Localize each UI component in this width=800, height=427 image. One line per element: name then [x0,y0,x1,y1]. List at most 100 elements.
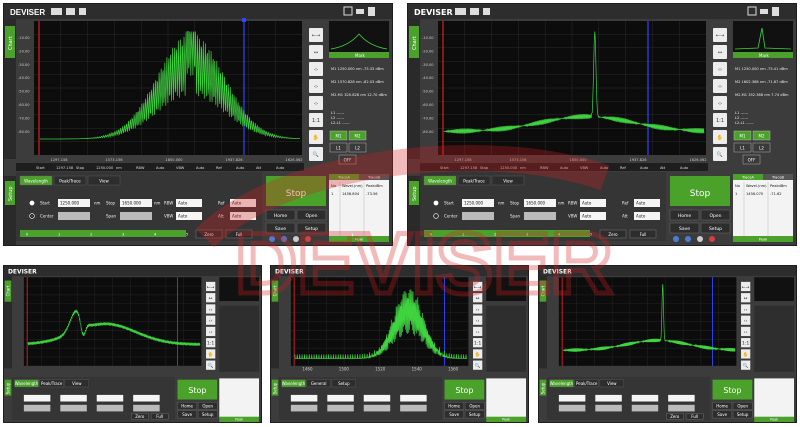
zero-button-label: Zero [670,414,680,419]
quick-action-icon[interactable] [709,236,715,242]
param-input[interactable] [133,394,160,402]
trace-tab-label: TraceB [771,176,785,180]
info-icon[interactable] [79,8,86,15]
param-input[interactable] [595,394,622,402]
camera-icon[interactable] [470,8,479,15]
menu-icon[interactable] [51,8,62,15]
y-tick-label: -60.00 [18,103,30,107]
camera-icon[interactable] [66,8,75,15]
tool-rail-icon: ↔ [718,50,722,56]
setup-tab-label: Wavelength [428,179,452,184]
title-bar [271,266,528,276]
start-label: Start [444,201,454,206]
param-input[interactable] [23,394,51,402]
tool-rail-icon: ←→ [742,285,750,290]
file-button-label: Save [679,226,690,232]
param-input[interactable] [327,404,354,412]
param-input[interactable] [631,404,659,412]
y-tick-label: -50.00 [422,90,434,94]
trace-tab-label: TraceA [741,176,755,180]
quick-action-icon[interactable] [697,236,703,242]
status-value: VBW [580,166,589,170]
panel-2-canvas: DEVISER Chart Setup -10.00 -20.00 -30.00 -4… [408,4,796,245]
param-input[interactable] [668,394,695,402]
param-input[interactable] [558,394,586,402]
status-value: Start [36,166,45,170]
quick-action-icon[interactable] [305,236,311,242]
small-panel-content: DEVISERChartSetup←→↔‹›‹›‹›1:1✋🔍Wavelengt… [539,266,796,422]
slider-label: 3 [526,233,528,237]
param-input[interactable] [23,404,51,412]
table-header: No [331,184,336,188]
start-radio[interactable] [29,200,35,206]
status-value: nm [520,166,526,170]
param-input[interactable] [363,394,391,402]
param-input[interactable] [400,404,427,412]
param-input[interactable] [60,404,87,412]
param-input[interactable] [400,394,427,402]
tool-rail-icon: ‹› [314,84,318,90]
marker-buttons: M1 M2 L1 L2 OFF [329,130,367,165]
save-icon[interactable] [368,7,375,16]
quick-action-icon[interactable] [673,236,679,242]
menu-icon[interactable] [455,8,466,15]
param-input[interactable] [96,404,124,412]
tool-rail-icon: ‹› [209,308,213,313]
marker-readout: M1 1250.000 nm -75.41 dBm [735,67,788,71]
param-input[interactable] [668,404,695,412]
tool-rail-icon: ↔ [314,50,318,56]
marker-panel [754,305,795,372]
slider-label: 5 [590,233,592,237]
nav-setup-label: Setup [272,382,277,394]
param-input[interactable] [595,404,622,412]
param-input[interactable] [363,404,391,412]
param-input[interactable] [133,404,160,412]
param-input[interactable] [631,394,659,402]
span-input[interactable] [524,212,556,220]
resolution-slider[interactable] [20,230,186,237]
peak-table [486,378,527,419]
param-input[interactable] [327,394,354,402]
quick-action-icon[interactable] [685,236,691,242]
y-tick-label: -80.00 [18,130,30,134]
mini-thumb [486,277,527,302]
screenshot-panel-1: DEVISER Chart Setup -10.00 -20.00 -30.00 -4… [3,3,393,246]
x-tick-label: 1297.158 [454,158,472,162]
param-input[interactable] [96,394,124,402]
small-panel-content: DEVISERChartSetup←→↔‹›‹›‹›1:1✋🔍Wavelengt… [4,266,261,422]
usb-icon [760,9,768,14]
tool-rail-icon: ‹› [744,319,748,324]
center-input[interactable] [58,212,90,220]
span-input[interactable] [120,212,152,220]
trace-tab-label: TraceB [367,176,381,180]
peak-footer-label: Peak [759,238,768,242]
param-input[interactable] [290,404,318,412]
status-value: Auto [276,166,284,170]
y-tick-label: -40.00 [422,76,434,80]
start-radio[interactable] [433,200,439,206]
app-logo: DEVISER [543,268,572,275]
quick-action-icon[interactable] [269,236,275,242]
quick-action-icon[interactable] [281,236,287,242]
info-icon[interactable] [483,8,490,15]
full-button-label: Full [640,232,647,237]
span-label: Span [510,214,521,219]
param-input[interactable] [558,404,586,412]
quick-action-icon[interactable] [293,236,299,242]
param-select-value: Auto [178,201,188,206]
tool-rail: ←→ ↔ ‹› ‹› ‹› 1:1 ✋ 🔍 [309,28,323,161]
save-icon[interactable] [772,7,779,16]
trace-tab-label: TraceA [337,176,351,180]
stop-label: Stop [106,201,116,206]
status-value: Auto [196,166,204,170]
center-input[interactable] [462,212,494,220]
y-tick-label: -70.00 [422,116,434,120]
full-button-label: Full [691,414,698,419]
status-value: Stop [480,166,489,170]
param-input[interactable] [60,394,87,402]
tool-rail-icon: 1:1 [474,341,482,347]
resolution-slider[interactable] [424,230,590,237]
param-input[interactable] [290,394,318,402]
marker-handle-m2[interactable] [242,18,246,22]
table-cell: -73.56 [366,192,378,196]
